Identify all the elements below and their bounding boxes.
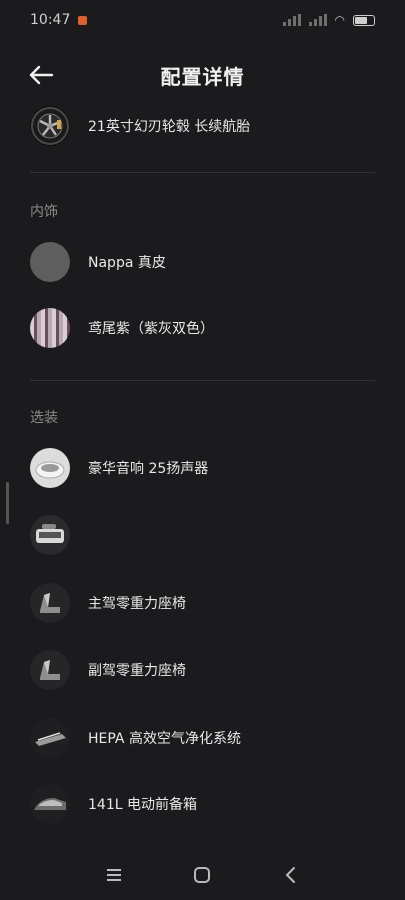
home-button[interactable] [187, 860, 217, 890]
back-nav-button[interactable] [276, 860, 306, 890]
home-icon [194, 867, 211, 883]
list-item-label: 鸢尾紫（紫灰双色） [88, 321, 214, 337]
frunk-icon [30, 784, 70, 824]
status-right: ◠ [282, 13, 375, 27]
seat-icon [30, 583, 70, 623]
list-item-label: 主驾零重力座椅 [88, 596, 186, 612]
arrow-left-icon [29, 65, 54, 85]
section-title-options: 选装 [30, 410, 58, 426]
wheel-icon [30, 106, 70, 146]
list-item-label: HEPA 高效空气净化系统 [88, 731, 241, 747]
list-item-label: 141L 电动前备箱 [88, 797, 197, 813]
divider [30, 380, 375, 381]
speaker-icon [30, 448, 70, 488]
air-filter-icon [30, 718, 70, 758]
menu-icon [107, 869, 122, 881]
back-button[interactable] [26, 60, 56, 90]
seat-icon [30, 650, 70, 690]
list-item-frunk[interactable]: 141L 电动前备箱 [30, 776, 375, 832]
battery-icon [353, 14, 375, 26]
stripe-swatch-icon [30, 308, 70, 348]
list-item-passenger-seat[interactable]: 副驾零重力座椅 [30, 642, 375, 698]
list-item-wheel[interactable]: 21英寸幻刃轮毂 长续航胎 [30, 98, 375, 154]
status-left: 10:47 [30, 12, 88, 28]
console-icon [30, 515, 70, 555]
signal-icon [282, 14, 301, 26]
leather-swatch-icon [30, 242, 70, 282]
list-item-label: 副驾零重力座椅 [88, 663, 186, 679]
list-item-console[interactable] [30, 507, 375, 563]
list-item-label: 21英寸幻刃轮毂 长续航胎 [88, 119, 251, 135]
menu-button[interactable] [99, 860, 129, 890]
signal-icon-2 [308, 14, 327, 26]
page-title: 配置详情 [160, 64, 245, 89]
status-time: 10:47 [30, 12, 71, 28]
divider [30, 172, 375, 173]
notification-icon [78, 15, 88, 25]
header: 配置详情 [0, 52, 405, 98]
list-item-label: Nappa 真皮 [88, 255, 166, 271]
scrollbar[interactable] [6, 482, 9, 524]
system-nav-bar [0, 850, 405, 900]
list-item-nappa[interactable]: Nappa 真皮 [30, 234, 375, 290]
list-item-speaker[interactable]: 豪华音响 25扬声器 [30, 440, 375, 496]
list-item-driver-seat[interactable]: 主驾零重力座椅 [30, 575, 375, 631]
list-item-color[interactable]: 鸢尾紫（紫灰双色） [30, 300, 375, 356]
status-bar: 10:47 ◠ [0, 0, 405, 40]
list-item-label: 豪华音响 25扬声器 [88, 461, 209, 477]
wifi-icon: ◠ [334, 13, 345, 27]
list-item-hepa[interactable]: HEPA 高效空气净化系统 [30, 710, 375, 766]
section-title-interior: 内饰 [30, 204, 58, 220]
back-icon [285, 867, 295, 883]
